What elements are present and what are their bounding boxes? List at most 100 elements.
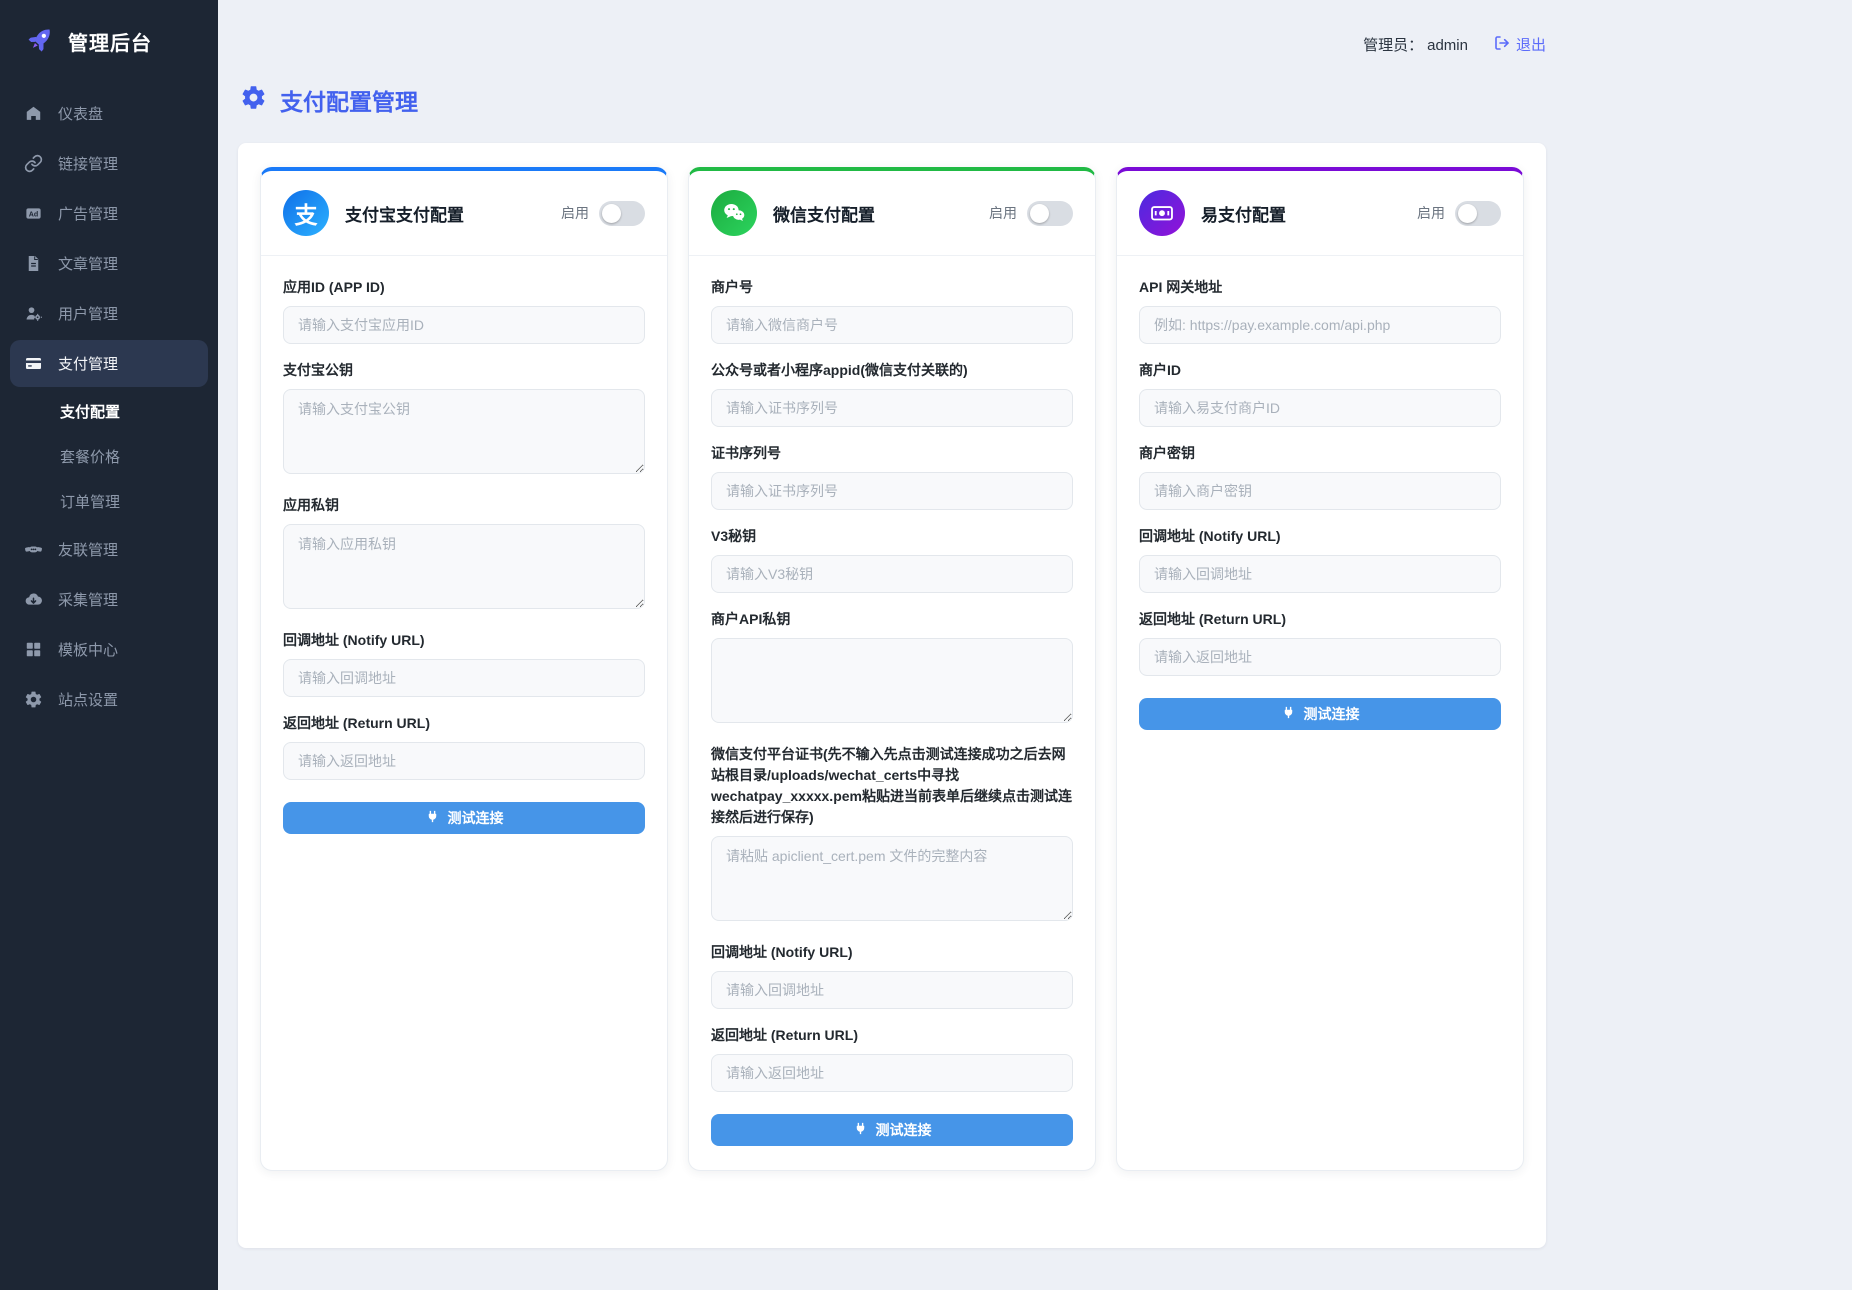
sidebar-subitem-order-manage[interactable]: 订单管理: [10, 480, 208, 523]
epay-field-notify-url: 回调地址 (Notify URL): [1139, 526, 1501, 593]
field-label: 回调地址 (Notify URL): [711, 942, 1073, 963]
field-label: 回调地址 (Notify URL): [1139, 526, 1501, 547]
sidebar-item-site-settings[interactable]: 站点设置: [10, 676, 208, 723]
epay-field-merchant-key: 商户密钥: [1139, 443, 1501, 510]
wechat-card-title: 微信支付配置: [773, 201, 875, 226]
toggle-knob: [602, 204, 621, 223]
sidebar-item-label: 用户管理: [58, 303, 118, 324]
wechat-icon: [711, 190, 757, 236]
wechat-notify-url-input[interactable]: [711, 971, 1073, 1009]
sidebar-item-label: 仪表盘: [58, 103, 103, 124]
sidebar-subitem-pay-config[interactable]: 支付配置: [10, 390, 208, 433]
toggle-knob: [1030, 204, 1049, 223]
page-title: 支付配置管理: [280, 83, 418, 117]
wechat-field-v3-key: V3秘钥: [711, 526, 1073, 593]
wechat-api-private-key-textarea[interactable]: [711, 638, 1073, 723]
epay-return-url-input[interactable]: [1139, 638, 1501, 676]
plug-icon: [1281, 705, 1296, 723]
sidebar-item-payments[interactable]: 支付管理: [10, 340, 208, 387]
epay-notify-url-input[interactable]: [1139, 555, 1501, 593]
alipay-card-header: 支支付宝支付配置启用: [261, 171, 667, 256]
sidebar-item-friend-links[interactable]: 友联管理: [10, 526, 208, 573]
gear-icon: [24, 690, 43, 709]
plug-icon: [853, 1121, 868, 1139]
field-label: 商户密钥: [1139, 443, 1501, 464]
epay-merchant-key-input[interactable]: [1139, 472, 1501, 510]
wechat-test-connection-button[interactable]: 测试连接: [711, 1114, 1073, 1146]
alipay-return-url-input[interactable]: [283, 742, 645, 780]
gear-icon: [240, 84, 267, 116]
logout-button[interactable]: 退出: [1494, 34, 1546, 55]
user-gear-icon: [24, 304, 43, 323]
field-label: 返回地址 (Return URL): [283, 713, 645, 734]
wechat-appid-input[interactable]: [711, 389, 1073, 427]
wechat-field-return-url: 返回地址 (Return URL): [711, 1025, 1073, 1092]
main-area: 管理员：admin 退出 支付配置管理 支支付宝支付配置启用应用ID (APP …: [218, 0, 1852, 1290]
topbar: 管理员：admin 退出: [218, 0, 1852, 55]
epay-field-return-url: 返回地址 (Return URL): [1139, 609, 1501, 676]
enable-label: 启用: [561, 203, 589, 223]
wechat-platform-cert-textarea[interactable]: [711, 836, 1073, 921]
wechat-card-header: 微信支付配置 启用: [689, 171, 1095, 256]
alipay-private-key-textarea[interactable]: [283, 524, 645, 609]
enable-label: 启用: [989, 203, 1017, 223]
alipay-icon: 支: [283, 190, 329, 236]
field-label: 返回地址 (Return URL): [1139, 609, 1501, 630]
field-label: 商户API私钥: [711, 609, 1073, 630]
wechat-v3-key-input[interactable]: [711, 555, 1073, 593]
sidebar-item-label: 广告管理: [58, 203, 118, 224]
field-label: 微信支付平台证书(先不输入先点击测试连接成功之后去网站根目录/uploads/w…: [711, 744, 1073, 828]
wechat-return-url-input[interactable]: [711, 1054, 1073, 1092]
field-label: 证书序列号: [711, 443, 1073, 464]
field-label: API 网关地址: [1139, 277, 1501, 298]
field-label: 商户号: [711, 277, 1073, 298]
sidebar-item-label: 链接管理: [58, 153, 118, 174]
epay-enable-toggle[interactable]: [1455, 201, 1501, 226]
epay-field-gateway-url: API 网关地址: [1139, 277, 1501, 344]
sidebar-item-collect[interactable]: 采集管理: [10, 576, 208, 623]
alipay-enable-control: 启用: [561, 201, 645, 226]
sidebar-item-label: 文章管理: [58, 253, 118, 274]
ad-icon: Ad: [24, 204, 43, 223]
alipay-notify-url-input[interactable]: [283, 659, 645, 697]
wechat-config-card: 微信支付配置 启用商户号公众号或者小程序appid(微信支付关联的) 证书序列号 V3…: [688, 167, 1096, 1171]
alipay-config-card: 支支付宝支付配置启用应用ID (APP ID)支付宝公钥应用私钥回调地址 (No…: [260, 167, 668, 1171]
plug-icon: [425, 809, 440, 827]
sidebar-item-dashboard[interactable]: 仪表盘: [10, 90, 208, 137]
wechat-merchant-id-input[interactable]: [711, 306, 1073, 344]
page-header: 支付配置管理: [240, 83, 1852, 117]
wechat-field-appid: 公众号或者小程序appid(微信支付关联的): [711, 360, 1073, 427]
toggle-knob: [1458, 204, 1477, 223]
wechat-cert-serial-input[interactable]: [711, 472, 1073, 510]
sidebar-item-articles[interactable]: 文章管理: [10, 240, 208, 287]
svg-text:Ad: Ad: [29, 211, 38, 219]
epay-gateway-url-input[interactable]: [1139, 306, 1501, 344]
sidebar-item-links[interactable]: 链接管理: [10, 140, 208, 187]
field-label: 应用私钥: [283, 495, 645, 516]
sidebar-item-users[interactable]: 用户管理: [10, 290, 208, 337]
epay-merchant-id-input[interactable]: [1139, 389, 1501, 427]
epay-card-body: API 网关地址商户ID商户密钥回调地址 (Notify URL)返回地址 (R…: [1117, 256, 1523, 1170]
field-label: V3秘钥: [711, 526, 1073, 547]
field-label: 应用ID (APP ID): [283, 277, 645, 298]
wechat-field-merchant-id: 商户号: [711, 277, 1073, 344]
wechat-enable-toggle[interactable]: [1027, 201, 1073, 226]
alipay-enable-toggle[interactable]: [599, 201, 645, 226]
sidebar-subitem-package-price[interactable]: 套餐价格: [10, 435, 208, 478]
field-label: 公众号或者小程序appid(微信支付关联的): [711, 360, 1073, 381]
sidebar-item-templates[interactable]: 模板中心: [10, 626, 208, 673]
sidebar: 管理后台 仪表盘链接管理 Ad 广告管理文章管理用户管理支付管理支付配置套餐价格订单…: [0, 0, 218, 1290]
alipay-test-connection-button[interactable]: 测试连接: [283, 802, 645, 834]
epay-config-card: 易支付配置启用API 网关地址商户ID商户密钥回调地址 (Notify URL)…: [1116, 167, 1524, 1171]
epay-test-connection-button[interactable]: 测试连接: [1139, 698, 1501, 730]
wechat-field-notify-url: 回调地址 (Notify URL): [711, 942, 1073, 1009]
home-icon: [24, 104, 43, 123]
grid-icon: [24, 640, 43, 659]
handshake-icon: [24, 540, 43, 559]
alipay-field-return-url: 返回地址 (Return URL): [283, 713, 645, 780]
alipay-app-id-input[interactable]: [283, 306, 645, 344]
alipay-public-key-textarea[interactable]: [283, 389, 645, 474]
sidebar-item-ads[interactable]: Ad 广告管理: [10, 190, 208, 237]
rocket-icon: [26, 24, 56, 59]
app-logo: 管理后台: [0, 0, 218, 87]
